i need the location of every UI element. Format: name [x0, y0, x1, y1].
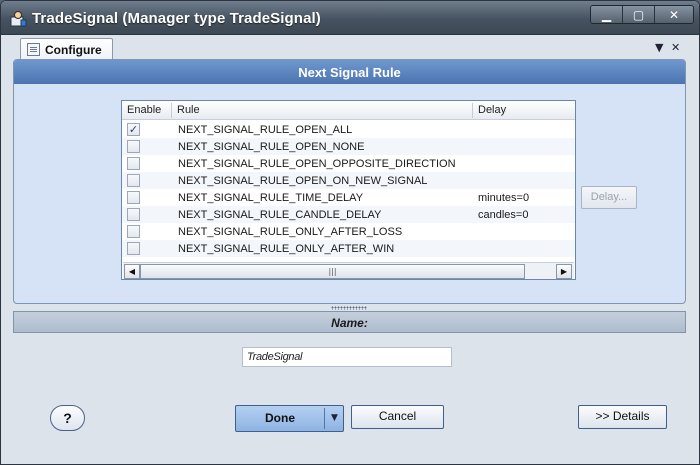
tab-close-icon[interactable]: ✕ — [671, 41, 680, 54]
rule-name: NEXT_SIGNAL_RULE_TIME_DELAY — [178, 192, 364, 204]
table-row[interactable]: NEXT_SIGNAL_RULE_CANDLE_DELAY candles=0 — [122, 206, 575, 223]
enable-checkbox[interactable] — [127, 208, 140, 221]
rule-name: NEXT_SIGNAL_RULE_CANDLE_DELAY — [178, 209, 382, 221]
column-divider[interactable] — [472, 103, 473, 118]
tab-configure-label: Configure — [45, 43, 102, 57]
trade-signal-window: TradeSignal (Manager type TradeSignal) ▁… — [0, 0, 700, 465]
app-icon — [10, 11, 27, 27]
table-row[interactable]: ✓ NEXT_SIGNAL_RULE_OPEN_ALL — [122, 121, 575, 138]
enable-checkbox[interactable]: ✓ — [127, 123, 140, 136]
rule-name: NEXT_SIGNAL_RULE_OPEN_ALL — [178, 124, 353, 136]
details-button[interactable]: >> Details — [578, 405, 667, 429]
done-label: Done — [265, 411, 295, 425]
next-signal-rule-panel: Next Signal Rule Enable Rule Delay ✓ NEX… — [13, 59, 686, 304]
enable-checkbox[interactable] — [127, 140, 140, 153]
tab-menu-icon[interactable]: ▼ — [655, 41, 663, 54]
enable-checkbox[interactable] — [127, 174, 140, 187]
title-bar[interactable]: TradeSignal (Manager type TradeSignal) ▁… — [1, 1, 699, 35]
name-section-header: Name: — [13, 311, 686, 333]
rule-delay: candles=0 — [478, 209, 529, 221]
close-button[interactable]: ✕ — [655, 6, 693, 23]
panel-header: Next Signal Rule — [14, 60, 685, 84]
table-row[interactable]: NEXT_SIGNAL_RULE_OPEN_NONE — [122, 138, 575, 155]
panel-title: Next Signal Rule — [298, 65, 401, 80]
enable-checkbox[interactable] — [127, 157, 140, 170]
enable-checkbox[interactable] — [127, 191, 140, 204]
rule-name: NEXT_SIGNAL_RULE_OPEN_OPPOSITE_DIRECTION — [178, 158, 456, 170]
enable-checkbox[interactable] — [127, 225, 140, 238]
window-title: TradeSignal (Manager type TradeSignal) — [32, 10, 321, 27]
rule-name: NEXT_SIGNAL_RULE_OPEN_ON_NEW_SIGNAL — [178, 175, 428, 187]
table-row[interactable]: NEXT_SIGNAL_RULE_OPEN_ON_NEW_SIGNAL — [122, 172, 575, 189]
scroll-right-icon[interactable]: ▶ — [556, 264, 572, 279]
splitter-grip[interactable] — [331, 306, 367, 310]
help-button[interactable]: ? — [50, 405, 85, 431]
maximize-button[interactable]: ▢ — [623, 6, 655, 23]
split-divider — [324, 408, 325, 429]
enable-checkbox[interactable] — [127, 242, 140, 255]
tab-strip: Configure — [10, 35, 692, 60]
rule-name: NEXT_SIGNAL_RULE_ONLY_AFTER_WIN — [178, 243, 395, 255]
done-button[interactable]: Done ▼ — [235, 405, 344, 432]
name-label: Name: — [331, 316, 368, 330]
scroll-left-icon[interactable]: ◀ — [124, 264, 140, 279]
rule-name: NEXT_SIGNAL_RULE_ONLY_AFTER_LOSS — [178, 226, 403, 238]
tab-configure[interactable]: Configure — [20, 38, 113, 60]
column-header-rule[interactable]: Rule — [177, 104, 200, 116]
chevron-down-icon[interactable]: ▼ — [326, 413, 343, 423]
delay-button[interactable]: Delay... — [581, 186, 637, 209]
table-row[interactable]: NEXT_SIGNAL_RULE_ONLY_AFTER_LOSS — [122, 223, 575, 240]
scroll-thumb[interactable]: ||| — [140, 264, 525, 279]
document-icon — [27, 43, 40, 56]
name-field[interactable]: TradeSignal — [242, 347, 452, 367]
window-controls: ▁ ▢ ✕ — [590, 5, 694, 24]
rule-rows: ✓ NEXT_SIGNAL_RULE_OPEN_ALL NEXT_SIGNAL_… — [122, 121, 575, 261]
cancel-button[interactable]: Cancel — [351, 405, 444, 429]
column-header-delay[interactable]: Delay — [478, 104, 506, 116]
grid-header: Enable Rule Delay — [122, 101, 575, 120]
column-divider[interactable] — [171, 103, 172, 118]
table-row[interactable]: NEXT_SIGNAL_RULE_TIME_DELAY minutes=0 — [122, 189, 575, 206]
table-row[interactable]: NEXT_SIGNAL_RULE_OPEN_OPPOSITE_DIRECTION — [122, 155, 575, 172]
rule-delay: minutes=0 — [478, 192, 530, 204]
column-header-enable[interactable]: Enable — [127, 104, 161, 116]
horizontal-scrollbar[interactable]: ◀ ||| ▶ — [123, 262, 574, 279]
minimize-button[interactable]: ▁ — [591, 6, 623, 23]
table-row[interactable]: NEXT_SIGNAL_RULE_ONLY_AFTER_WIN — [122, 240, 575, 257]
rule-name: NEXT_SIGNAL_RULE_OPEN_NONE — [178, 141, 365, 153]
rules-grid: Enable Rule Delay ✓ NEXT_SIGNAL_RULE_OPE… — [121, 100, 576, 280]
